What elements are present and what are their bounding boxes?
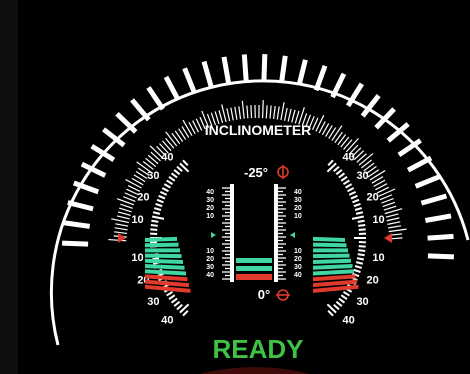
outer-tick	[261, 54, 268, 81]
outer-tick	[241, 54, 249, 81]
pitch-label-left: 40	[206, 189, 214, 196]
right-scale-label: 10	[372, 214, 384, 226]
pitch-top-value: -25°	[244, 165, 268, 180]
pitch-bar	[236, 266, 272, 271]
left-scale-label: 40	[161, 315, 173, 327]
outer-tick	[427, 253, 454, 260]
right-scale-label: 40	[343, 315, 355, 327]
status-text: READY	[212, 334, 303, 364]
left-roll-bar	[145, 248, 180, 253]
pitch-label-right: 10	[294, 213, 302, 220]
pitch-label-right: 20	[294, 256, 302, 263]
pitch-right-rail	[274, 184, 278, 282]
left-scale-label: 20	[137, 191, 149, 203]
pitch-bar-alert	[236, 274, 272, 280]
left-panel	[0, 0, 18, 374]
right-scale-tick	[358, 228, 366, 231]
pitch-label-left: 20	[206, 256, 214, 263]
pitch-label-right: 10	[294, 248, 302, 255]
pitch-label-left: 20	[206, 205, 214, 212]
title: INCLINOMETER	[205, 122, 312, 138]
right-scale-label: 40	[343, 151, 355, 163]
pitch-label-left: 40	[206, 272, 214, 279]
pitch-bottom-value: 0°	[258, 287, 270, 302]
left-scale-label: 40	[161, 151, 173, 163]
inclinometer-gauge: INCLINOMETER 4030201010203040 4030201010…	[0, 0, 470, 374]
left-roll-bar	[145, 253, 182, 259]
fine-tick	[265, 105, 268, 119]
pitch-label-left: 30	[206, 264, 214, 271]
right-scale-label: 30	[356, 296, 368, 308]
right-scale-label: 10	[372, 252, 384, 264]
left-roll-bar	[145, 242, 179, 248]
pitch-label-right: 40	[294, 272, 302, 279]
pitch-left-rail	[230, 184, 234, 282]
pitch-label-right: 40	[294, 189, 302, 196]
left-scale-tick	[150, 228, 158, 231]
right-roll-bar	[313, 253, 350, 259]
left-scale-label: 30	[147, 170, 159, 182]
right-scale-label: 30	[356, 170, 368, 182]
left-scale-label: 30	[147, 296, 159, 308]
right-scale-tick	[358, 245, 366, 248]
pitch-label-right: 20	[294, 205, 302, 212]
left-scale-label: 10	[131, 252, 143, 264]
right-scale-label: 20	[367, 191, 379, 203]
outer-tick	[62, 240, 89, 247]
right-roll-bar	[313, 242, 347, 248]
right-roll-bar	[313, 248, 348, 253]
pitch-label-left: 30	[206, 197, 214, 204]
fine-tick	[262, 100, 264, 119]
right-scale-tick	[357, 219, 365, 223]
pitch-label-right: 30	[294, 197, 302, 204]
right-scale-tick	[358, 224, 366, 227]
pitch-label-left: 10	[206, 248, 214, 255]
left-scale-tick	[151, 219, 159, 223]
right-scale-tick	[357, 253, 365, 257]
left-scale-label: 10	[131, 214, 143, 226]
right-scale-label: 20	[367, 275, 379, 287]
fine-tick	[250, 105, 253, 119]
left-scale-tick	[150, 224, 158, 227]
pitch-label-left: 10	[206, 213, 214, 220]
right-scale-tick	[358, 249, 366, 252]
pitch-label-right: 30	[294, 264, 302, 271]
outer-tick	[427, 233, 454, 241]
right-scale-tick	[356, 257, 365, 261]
pitch-bar	[236, 258, 272, 263]
